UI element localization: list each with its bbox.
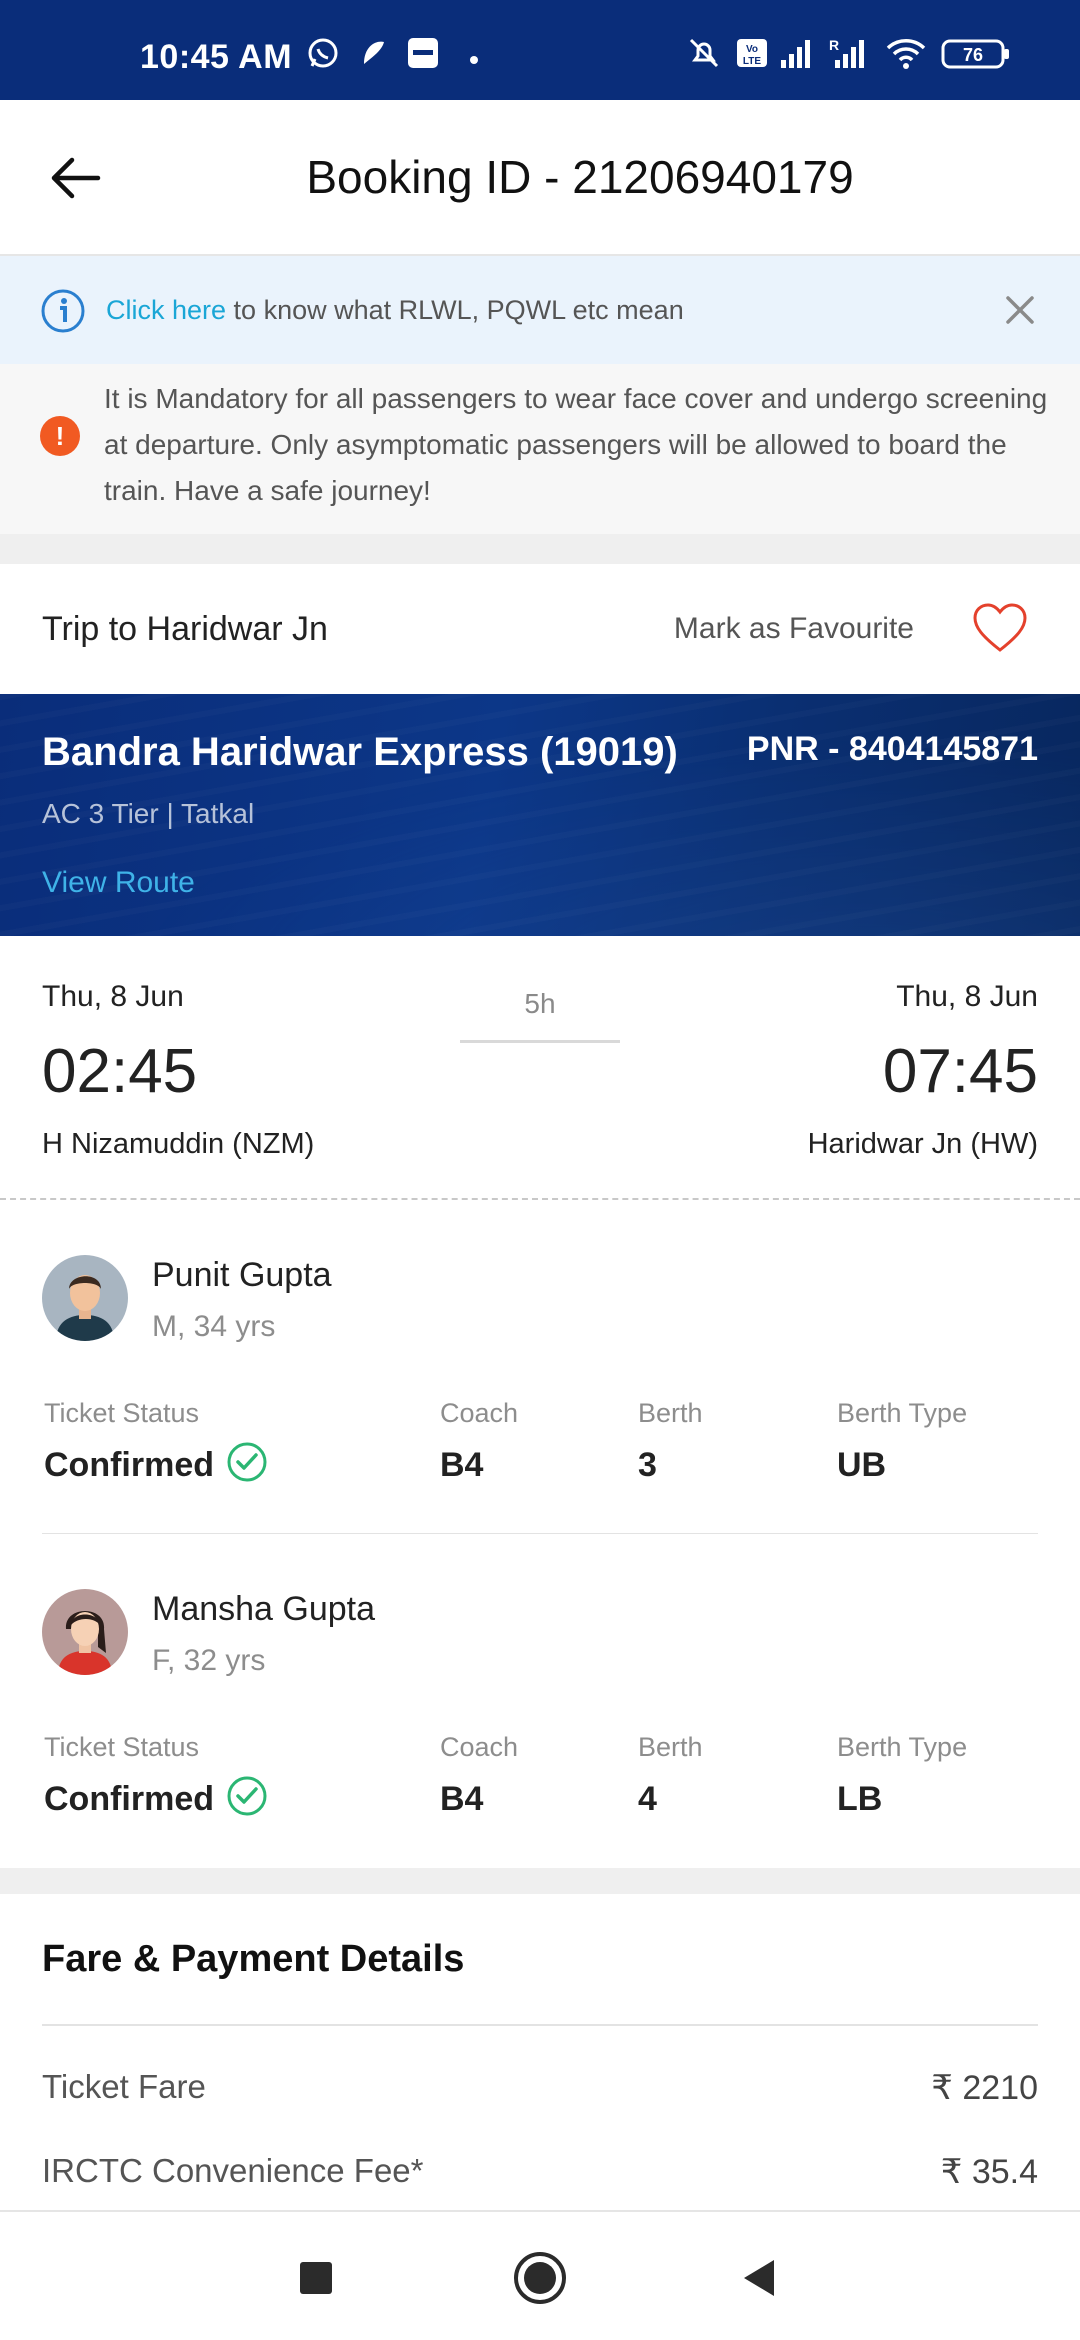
berth-type-label: Berth Type [837,1732,968,1762]
berth-type-label: Berth Type [837,1398,968,1428]
mute-icon [684,36,724,70]
female-avatar [42,1589,128,1675]
departure-station: H Nizamuddin (NZM) [42,1128,315,1160]
coach-label: Coach [440,1398,519,1428]
alert-icon: ! [40,416,80,456]
ticket-fare-label: Ticket Fare [42,2068,206,2105]
berth-value: 4 [638,1780,657,1818]
status-time: 10:45 AM [140,38,293,76]
berth-label: Berth [638,1398,703,1428]
check-circle-icon [227,1442,267,1482]
safety-notice: ! It is Mandatory for all passengers to … [0,364,1080,534]
ticket-status-value: Confirmed [44,1446,214,1484]
page-title: Booking ID - 21206940179 [306,151,854,203]
male-avatar [42,1255,128,1341]
passenger-name: Punit Gupta [152,1256,332,1294]
wifi-icon [884,36,928,70]
departure-date: Thu, 8 Jun [42,980,184,1013]
info-message: Click here to know what RLWL, PQWL etc m… [106,295,684,326]
info-icon [41,289,85,333]
train-banner: Bandra Haridwar Express (19019) PNR - 84… [0,694,1080,936]
signal-roaming-icon: R [826,36,870,70]
berth-type-value: UB [837,1446,887,1484]
berth-type-value: LB [837,1780,883,1818]
train-class: AC 3 Tier | Tatkal [42,798,255,829]
passenger-gender-age: F, 32 yrs [152,1644,266,1677]
back-nav-button[interactable] [730,2248,790,2308]
passenger-gender-age: M, 34 yrs [152,1310,276,1343]
trip-title: Trip to Haridwar Jn [42,610,328,648]
berth-value: 3 [638,1446,657,1484]
passenger-card: Mansha Gupta F, 32 yrs Ticket Status Coa… [0,1534,1080,1868]
close-icon [1006,296,1034,324]
safety-notice-text: It is Mandatory for all passengers to we… [104,383,1048,506]
passenger-card: Punit Gupta M, 34 yrs Ticket Status Coac… [0,1200,1080,1534]
coach-label: Coach [440,1732,519,1762]
check-circle-icon [227,1776,267,1816]
ticket-status-label: Ticket Status [44,1732,200,1762]
home-button[interactable] [510,2248,570,2308]
section-gap [0,534,1080,564]
berth-label: Berth [638,1732,703,1762]
pnr-number: PNR - 8404145871 [746,730,1038,768]
volte-icon: Vo LTE [734,36,770,70]
battery-level: 76 [963,45,983,65]
svg-text:Vo: Vo [746,44,758,55]
svg-text:R: R [829,37,839,53]
view-route-link[interactable]: View Route [42,866,195,900]
ticket-fare-value: ₹ 2210 [931,2069,1038,2107]
fare-details: Fare & Payment Details Ticket Fare ₹ 221… [0,1894,1080,2210]
info-message-text: to know what RLWL, PQWL etc mean [226,295,684,325]
section-gap [0,1868,1080,1894]
departure-time: 02:45 [42,1037,198,1106]
trip-row: Trip to Haridwar Jn Mark as Favourite [0,564,1080,694]
journey-details: Thu, 8 Jun 02:45 H Nizamuddin (NZM) 5h T… [0,936,1080,1200]
journey-duration: 5h [524,988,556,1019]
fare-divider [42,2024,1038,2026]
home-circle-icon [514,2252,566,2304]
close-banner-button[interactable] [998,288,1042,332]
booking-details-screen: 10:45 AM Vo LTE R 76 Booking ID - 212069… [0,0,1080,2340]
app-header: Booking ID - 21206940179 [0,100,1080,256]
coach-value: B4 [440,1780,484,1818]
fare-title: Fare & Payment Details [42,1938,465,1980]
svg-text:LTE: LTE [743,56,761,67]
arrival-time: 07:45 [882,1037,1038,1106]
notification-dot [470,56,478,64]
passenger-name: Mansha Gupta [152,1590,376,1628]
status-bar: 10:45 AM Vo LTE R 76 [0,0,1080,100]
ticket-status-value: Confirmed [44,1780,214,1818]
arrival-date: Thu, 8 Jun [896,980,1038,1013]
coach-value: B4 [440,1446,484,1484]
train-name: Bandra Haridwar Express (19019) [42,730,678,774]
info-banner: Click here to know what RLWL, PQWL etc m… [0,256,1080,364]
recents-button[interactable] [286,2248,346,2308]
paytm-icon [405,36,441,70]
payments-icon [355,36,391,70]
system-nav-bar [0,2210,1080,2340]
ticket-status-label: Ticket Status [44,1398,200,1428]
convenience-fee-value: ₹ 35.4 [940,2153,1038,2191]
signal-icon [776,36,816,70]
convenience-fee-label: IRCTC Convenience Fee* [42,2152,424,2189]
click-here-link[interactable]: Click here [106,295,226,325]
duration-line [460,1040,620,1043]
square-icon [300,2262,332,2294]
triangle-back-icon [744,2260,774,2296]
whatsapp-icon [305,36,341,70]
mark-favourite-label[interactable]: Mark as Favourite [674,612,914,646]
heart-icon[interactable] [972,602,1028,654]
battery-icon: 76 [940,36,1012,70]
arrival-station: Haridwar Jn (HW) [807,1128,1038,1160]
